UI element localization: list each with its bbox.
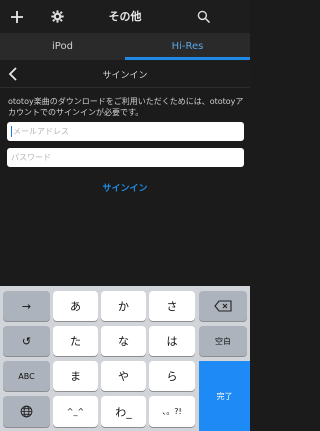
keyboard-emoticon-key[interactable]: ^_^ bbox=[53, 396, 98, 427]
keyboard-key-wa[interactable]: わ_ bbox=[101, 396, 146, 427]
globe-icon bbox=[20, 405, 33, 418]
keyboard-abc-key[interactable]: ABC bbox=[3, 361, 50, 391]
keyboard-key-ka[interactable]: か bbox=[101, 291, 146, 321]
signin-title: サインイン bbox=[102, 71, 148, 81]
search-icon[interactable] bbox=[192, 0, 214, 33]
keyboard-undo-key[interactable]: ↺ bbox=[3, 326, 50, 356]
top-navigation-bar: その他 bbox=[0, 0, 250, 33]
keyboard-delete-key[interactable] bbox=[199, 291, 247, 321]
email-field[interactable]: メールアドレス bbox=[7, 122, 244, 141]
keyboard-key-ha[interactable]: は bbox=[149, 326, 195, 356]
tab-bar: iPod Hi-Res bbox=[0, 33, 250, 60]
keyboard-key-ma[interactable]: ま bbox=[53, 361, 98, 391]
keyboard-key-na[interactable]: な bbox=[101, 326, 146, 356]
keyboard-globe-key[interactable] bbox=[3, 396, 50, 427]
keyboard-key-sa[interactable]: さ bbox=[149, 291, 195, 321]
keyboard-key-ta[interactable]: た bbox=[53, 326, 98, 356]
password-placeholder: パスワード bbox=[11, 153, 51, 162]
signin-header: サインイン bbox=[0, 60, 250, 88]
signin-form: ototoy楽曲のダウンロードをご利用いただくためには、ototoyアカウントで… bbox=[0, 88, 250, 286]
email-placeholder: メールアドレス bbox=[13, 127, 69, 136]
signin-button[interactable]: サインイン bbox=[0, 181, 250, 194]
keyboard-space-key[interactable]: 空白 bbox=[199, 326, 247, 356]
tab-hi-res[interactable]: Hi-Res bbox=[125, 33, 250, 60]
keyboard-punctuation-key[interactable]: 、。?! bbox=[149, 396, 195, 427]
password-field[interactable]: パスワード bbox=[7, 148, 244, 167]
keyboard-key-a[interactable]: あ bbox=[53, 291, 98, 321]
keyboard-done-key[interactable]: 完了 bbox=[199, 361, 250, 431]
text-cursor bbox=[11, 126, 12, 137]
japanese-kana-keyboard: → あ か さ ↺ た な は 空白 ABC ま や ら ^_^ わ_ 、。?!… bbox=[0, 286, 250, 431]
keyboard-arrow-right-key[interactable]: → bbox=[3, 291, 50, 321]
signin-notice-text: ototoy楽曲のダウンロードをご利用いただくためには、ototoyアカウントで… bbox=[8, 97, 244, 117]
keyboard-key-ra[interactable]: ら bbox=[149, 361, 195, 391]
delete-icon bbox=[214, 300, 232, 312]
tab-ipod[interactable]: iPod bbox=[0, 33, 125, 60]
keyboard-key-ya[interactable]: や bbox=[101, 361, 146, 391]
